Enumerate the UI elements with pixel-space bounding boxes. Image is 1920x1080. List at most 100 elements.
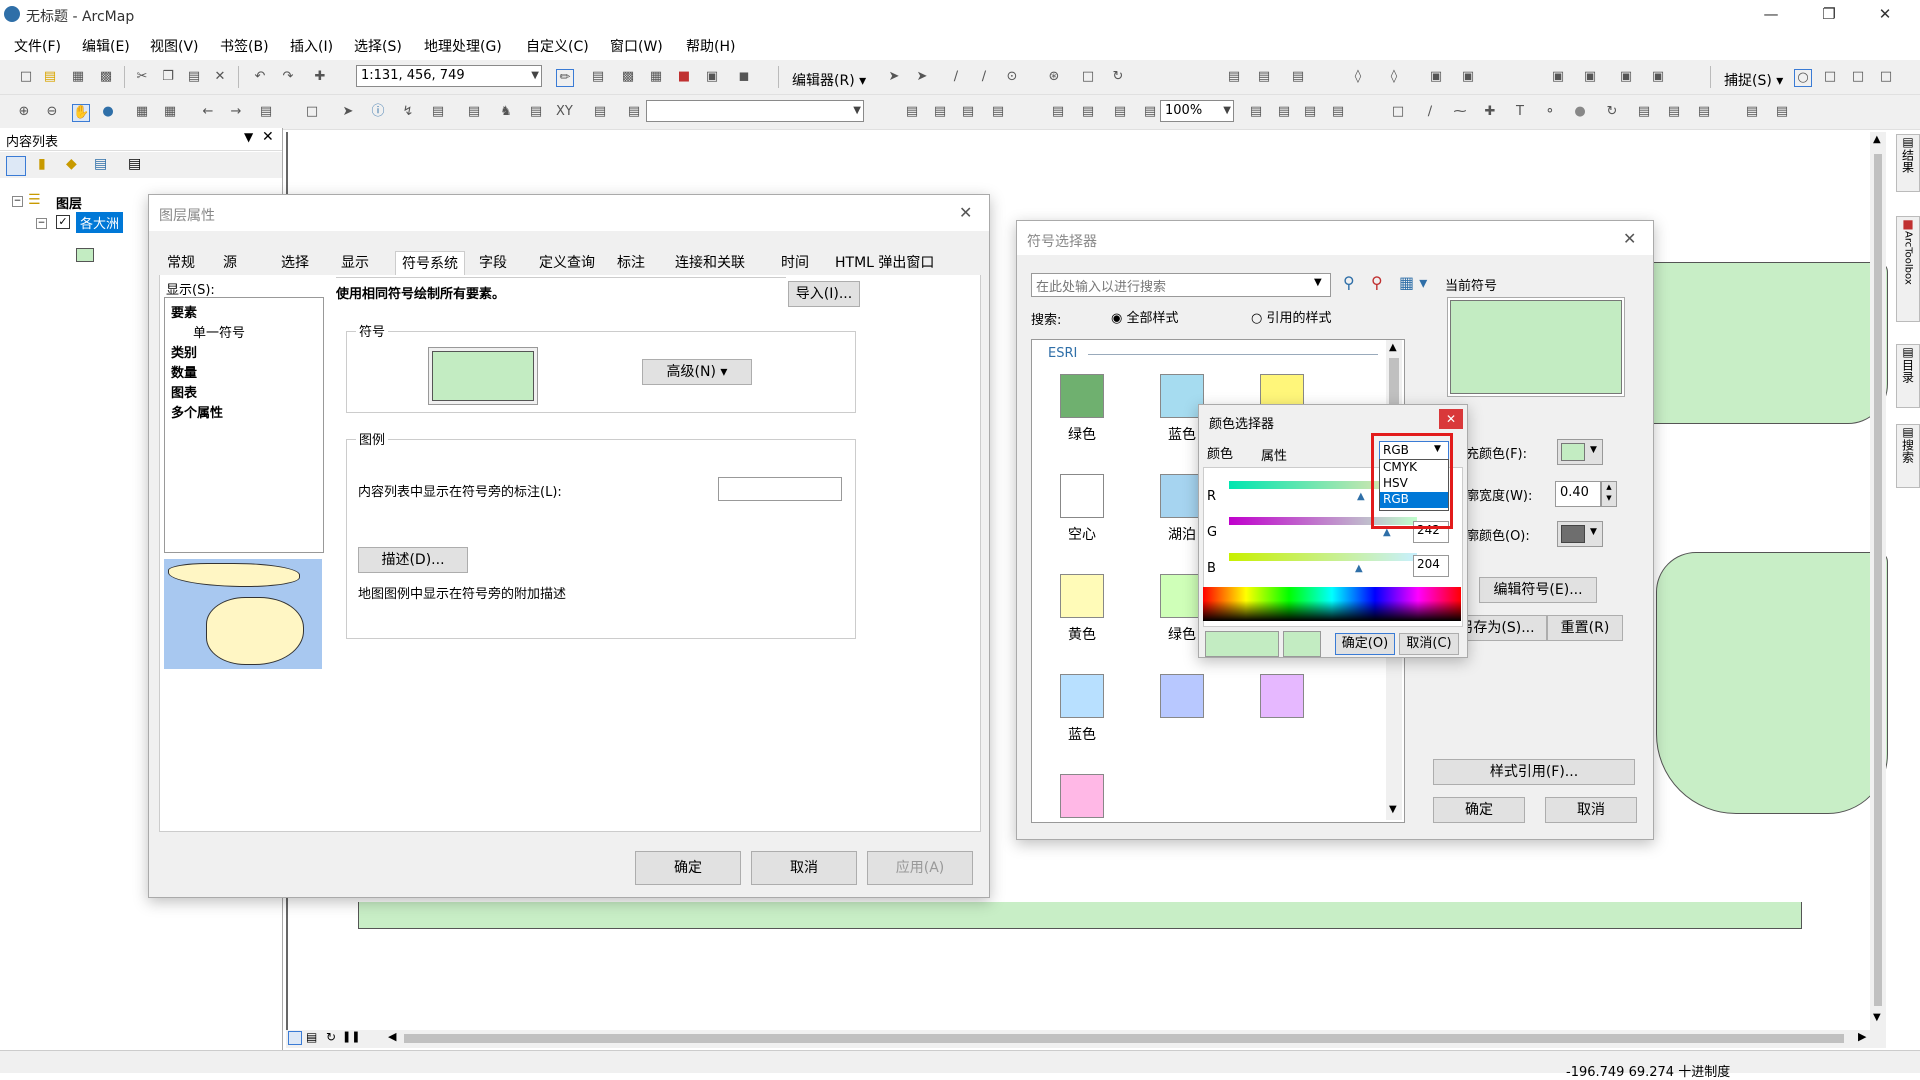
callout-draw-icon[interactable]: ⚬ (1542, 104, 1558, 120)
snapping-menu[interactable]: 捕捉(S) ▾ (1724, 70, 1783, 90)
layer-name-label[interactable]: 各大洲 (76, 212, 124, 233)
options-icon[interactable]: ▤ (128, 156, 141, 172)
forward-extent-icon[interactable]: → (228, 104, 244, 120)
fixed-zoom-in-icon[interactable]: ▦ (134, 104, 150, 120)
b-slider-track[interactable] (1229, 553, 1417, 561)
add-data-icon[interactable]: ✚ (312, 69, 328, 85)
sketch-properties-icon[interactable]: ▤ (1256, 69, 1272, 85)
zoom-out-icon[interactable]: ⊖ (44, 104, 60, 120)
edit-symbol-button[interactable]: 编辑符号(E)... (1479, 577, 1597, 603)
cut-icon[interactable]: ✂ (134, 69, 150, 85)
menu-geoprocessing[interactable]: 地理处理(G) (424, 36, 502, 56)
straight-segment-icon[interactable]: ∕ (948, 69, 964, 85)
find-icon[interactable]: ♞ (498, 104, 514, 120)
tab-html-popup[interactable]: HTML 弹出窗口 (829, 251, 940, 275)
tab-definition-query[interactable]: 定义查询 (533, 251, 601, 275)
layout-zoom-combo[interactable]: 100% ▼ (1160, 100, 1234, 122)
model-option-hsv[interactable]: HSV (1380, 476, 1448, 492)
snap-settings-icon[interactable]: ▣ (1650, 69, 1666, 85)
geometric-network-icon[interactable]: ◊ (1386, 69, 1402, 85)
delete-icon[interactable]: ✕ (212, 69, 228, 85)
spatial-adjust-icon[interactable]: ▣ (1428, 69, 1444, 85)
copy-icon[interactable]: ❐ (160, 69, 176, 85)
layout-fixed-zoom-icon[interactable]: ▤ (1080, 104, 1096, 120)
open-icon[interactable]: ▤ (42, 69, 58, 85)
menu-windows[interactable]: 窗口(W) (610, 36, 663, 56)
data-driven-pages-icon[interactable]: ▤ (1330, 104, 1346, 120)
edge-snap-icon[interactable]: □ (1878, 69, 1894, 85)
menu-help[interactable]: 帮助(H) (686, 36, 735, 56)
menu-insert[interactable]: 插入(I) (290, 36, 333, 56)
tree-item-charts[interactable]: 图表 (171, 382, 197, 401)
create-viewer-icon[interactable]: ▤ (626, 104, 642, 120)
editor-toolbar-icon[interactable]: ✏ (556, 69, 574, 87)
edit-tool-icon[interactable]: ➤ (886, 69, 902, 85)
curve-draw-icon[interactable]: ⁓ (1452, 104, 1468, 120)
scroll-down-icon[interactable]: ▼ (1873, 1012, 1881, 1023)
close-icon[interactable]: ✕ (959, 203, 972, 222)
outline-width-spinner[interactable]: ▲ ▼ (1601, 481, 1617, 507)
cancel-button[interactable]: 取消 (1545, 797, 1637, 823)
cancel-button[interactable]: 取消(C) (1399, 633, 1459, 655)
symbol-preview-button[interactable] (428, 347, 538, 405)
color-spectrum[interactable] (1203, 587, 1461, 621)
ok-button[interactable]: 确定 (1433, 797, 1525, 823)
goto-xy-icon[interactable]: XY (556, 104, 573, 120)
tab-fields[interactable]: 字段 (473, 251, 513, 275)
r-slider-thumb[interactable]: ▲ (1357, 491, 1365, 502)
hyperlink-icon[interactable]: ↯ (400, 104, 416, 120)
fill-color-button[interactable]: ▼ (1557, 439, 1603, 465)
time-slider-icon[interactable]: ▤ (592, 104, 608, 120)
georeference-icon[interactable]: ▣ (1460, 69, 1476, 85)
legend-label-input[interactable] (718, 477, 842, 501)
reset-button[interactable]: 重置(R) (1547, 615, 1623, 641)
search-icon[interactable]: ⚲ (1343, 273, 1355, 292)
tab-time[interactable]: 时间 (775, 251, 815, 275)
scroll-thumb[interactable] (1874, 154, 1882, 1006)
radio-referenced-styles[interactable]: ○ 引用的样式 (1251, 307, 1332, 326)
close-button[interactable]: ✕ (1439, 409, 1463, 429)
radio-all-styles[interactable]: ◉ 全部样式 (1111, 307, 1179, 326)
symbol-swatch[interactable] (1060, 374, 1104, 418)
python-icon[interactable]: ▣ (704, 69, 720, 85)
tree-item-features[interactable]: 要素 (171, 302, 197, 321)
midpoint-icon[interactable]: ⊛ (1046, 69, 1062, 85)
symbol-swatch[interactable] (1160, 674, 1204, 718)
list-by-visibility-icon[interactable]: ◆ (66, 156, 77, 172)
tree-item-multiple-attributes[interactable]: 多个属性 (171, 402, 223, 421)
model-option-rgb[interactable]: RGB (1380, 492, 1448, 508)
select-features-icon[interactable]: ▤ (258, 104, 274, 120)
b-slider-thumb[interactable]: ▲ (1355, 563, 1363, 574)
nudge-icon[interactable]: ▤ (1744, 104, 1760, 120)
scroll-down-icon[interactable]: ▼ (1389, 804, 1397, 815)
scroll-up-icon[interactable]: ▲ (1389, 342, 1397, 353)
data-view-icon[interactable] (288, 1031, 302, 1045)
group-icon[interactable]: ▤ (1666, 104, 1682, 120)
tree-expander-layer[interactable]: − (36, 218, 47, 229)
line-draw-icon[interactable]: ∕ (1422, 104, 1438, 120)
tree-item-categories[interactable]: 类别 (171, 342, 197, 361)
model-builder-icon[interactable]: ◼ (736, 69, 752, 85)
find-route-icon[interactable]: ▤ (528, 104, 544, 120)
clear-search-icon[interactable]: ⚲ (1371, 273, 1383, 292)
full-extent-icon[interactable]: ● (100, 104, 116, 120)
table-of-contents-icon[interactable]: ▤ (590, 69, 606, 85)
layer-symbol-swatch[interactable] (76, 248, 94, 262)
tab-joins-relates[interactable]: 连接和关联 (669, 251, 751, 275)
pin-icon[interactable]: ▼ (244, 130, 253, 144)
fixed-zoom-out-icon[interactable]: ▦ (162, 104, 178, 120)
ok-button[interactable]: 确定(O) (1335, 633, 1395, 655)
layout-view-icon[interactable]: ▤ (306, 1030, 317, 1044)
symbol-swatch[interactable] (1260, 674, 1304, 718)
menu-view[interactable]: 视图(V) (150, 36, 199, 56)
topology-icon[interactable]: ◊ (1350, 69, 1366, 85)
layout-back-icon[interactable]: ▤ (1112, 104, 1128, 120)
results-panel-tab[interactable]: ▤ 结果 (1896, 134, 1920, 192)
rotate-draw-icon[interactable]: ↻ (1604, 104, 1620, 120)
search-panel-tab[interactable]: ▤ 搜索 (1896, 424, 1920, 488)
close-icon[interactable]: ✕ (1623, 229, 1636, 248)
describe-button[interactable]: 描述(D)... (358, 547, 468, 573)
parcel-icon[interactable]: ▣ (1618, 69, 1634, 85)
arc-segment-icon[interactable]: ∕ (976, 69, 992, 85)
list-by-source-icon[interactable]: ▮ (38, 156, 46, 172)
